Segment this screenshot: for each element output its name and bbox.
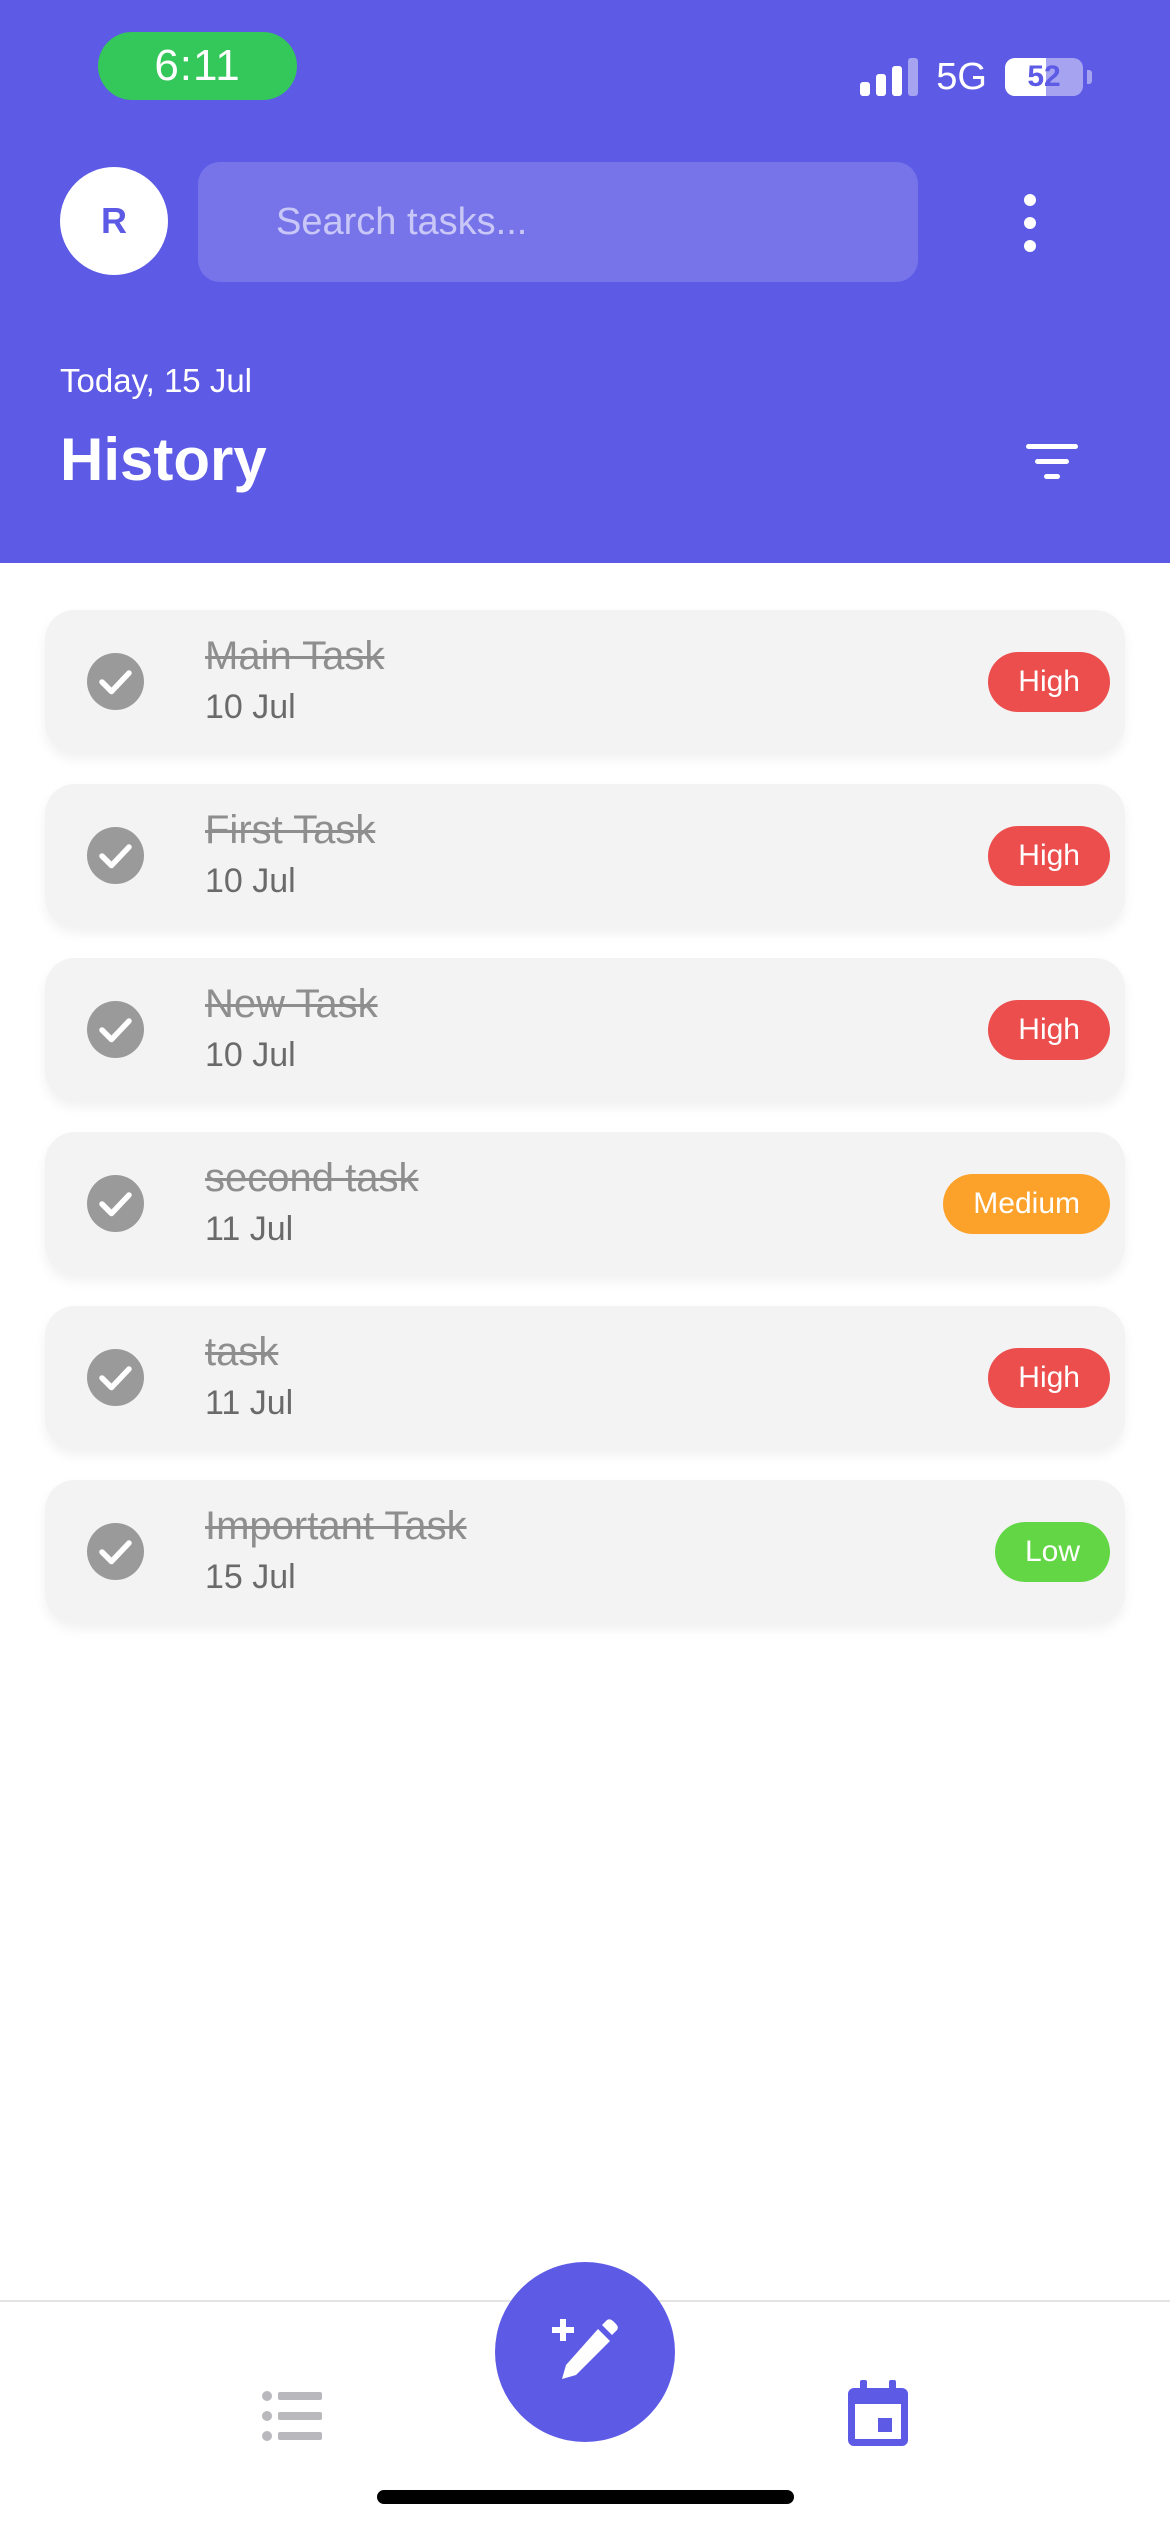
battery-tip (1087, 70, 1092, 84)
signal-icon (860, 58, 919, 96)
task-title: task (205, 1330, 279, 1374)
priority-badge: High (988, 1348, 1110, 1408)
check-circle-icon[interactable] (87, 653, 144, 710)
task-card[interactable]: New Task 10 Jul High (45, 958, 1125, 1101)
check-circle-icon[interactable] (87, 1523, 144, 1580)
task-title: New Task (205, 982, 378, 1026)
task-date: 10 Jul (205, 1036, 296, 1074)
date-label: Today, 15 Jul (60, 362, 253, 399)
calendar-icon[interactable] (848, 2380, 908, 2446)
status-indicators: 5G 52 (860, 52, 1092, 102)
battery-icon: 52 (1005, 58, 1083, 96)
home-indicator (377, 2490, 794, 2504)
priority-badge: High (988, 826, 1110, 886)
page-title: History (60, 426, 267, 493)
priority-badge: Medium (943, 1174, 1110, 1234)
task-title: second task (205, 1156, 419, 1200)
task-card[interactable]: Important Task 15 Jul Low (45, 1480, 1125, 1623)
avatar[interactable]: R (60, 167, 168, 275)
task-date: 10 Jul (205, 688, 296, 726)
network-type: 5G (936, 55, 987, 98)
task-title: Main Task (205, 634, 385, 678)
task-card[interactable]: task 11 Jul High (45, 1306, 1125, 1449)
check-circle-icon[interactable] (87, 1001, 144, 1058)
priority-badge: High (988, 652, 1110, 712)
edit-add-icon (552, 2319, 618, 2379)
task-date: 11 Jul (205, 1210, 294, 1248)
task-date: 10 Jul (205, 862, 296, 900)
task-card[interactable]: First Task 10 Jul High (45, 784, 1125, 927)
task-date: 15 Jul (205, 1558, 296, 1596)
task-card[interactable]: second task 11 Jul Medium (45, 1132, 1125, 1275)
battery-level: 52 (1027, 60, 1061, 93)
task-list: Main Task 10 Jul High First Task 10 Jul High N… (45, 610, 1125, 1654)
list-icon[interactable] (262, 2390, 322, 2442)
task-date: 11 Jul (205, 1384, 294, 1422)
app-header: 6:11 5G 52 R Today, 15 Jul History (0, 0, 1170, 563)
check-circle-icon[interactable] (87, 1175, 144, 1232)
status-time: 6:11 (98, 32, 297, 100)
filter-icon[interactable] (1024, 440, 1080, 484)
check-circle-icon[interactable] (87, 827, 144, 884)
add-task-button[interactable] (495, 2262, 675, 2442)
priority-badge: Low (994, 1522, 1110, 1582)
search-input[interactable] (198, 162, 918, 282)
priority-badge: High (988, 1000, 1110, 1060)
check-circle-icon[interactable] (87, 1349, 144, 1406)
task-title: Important Task (205, 1504, 467, 1548)
task-title: First Task (205, 808, 376, 852)
task-card[interactable]: Main Task 10 Jul High (45, 610, 1125, 753)
more-vertical-icon[interactable] (1000, 188, 1060, 258)
